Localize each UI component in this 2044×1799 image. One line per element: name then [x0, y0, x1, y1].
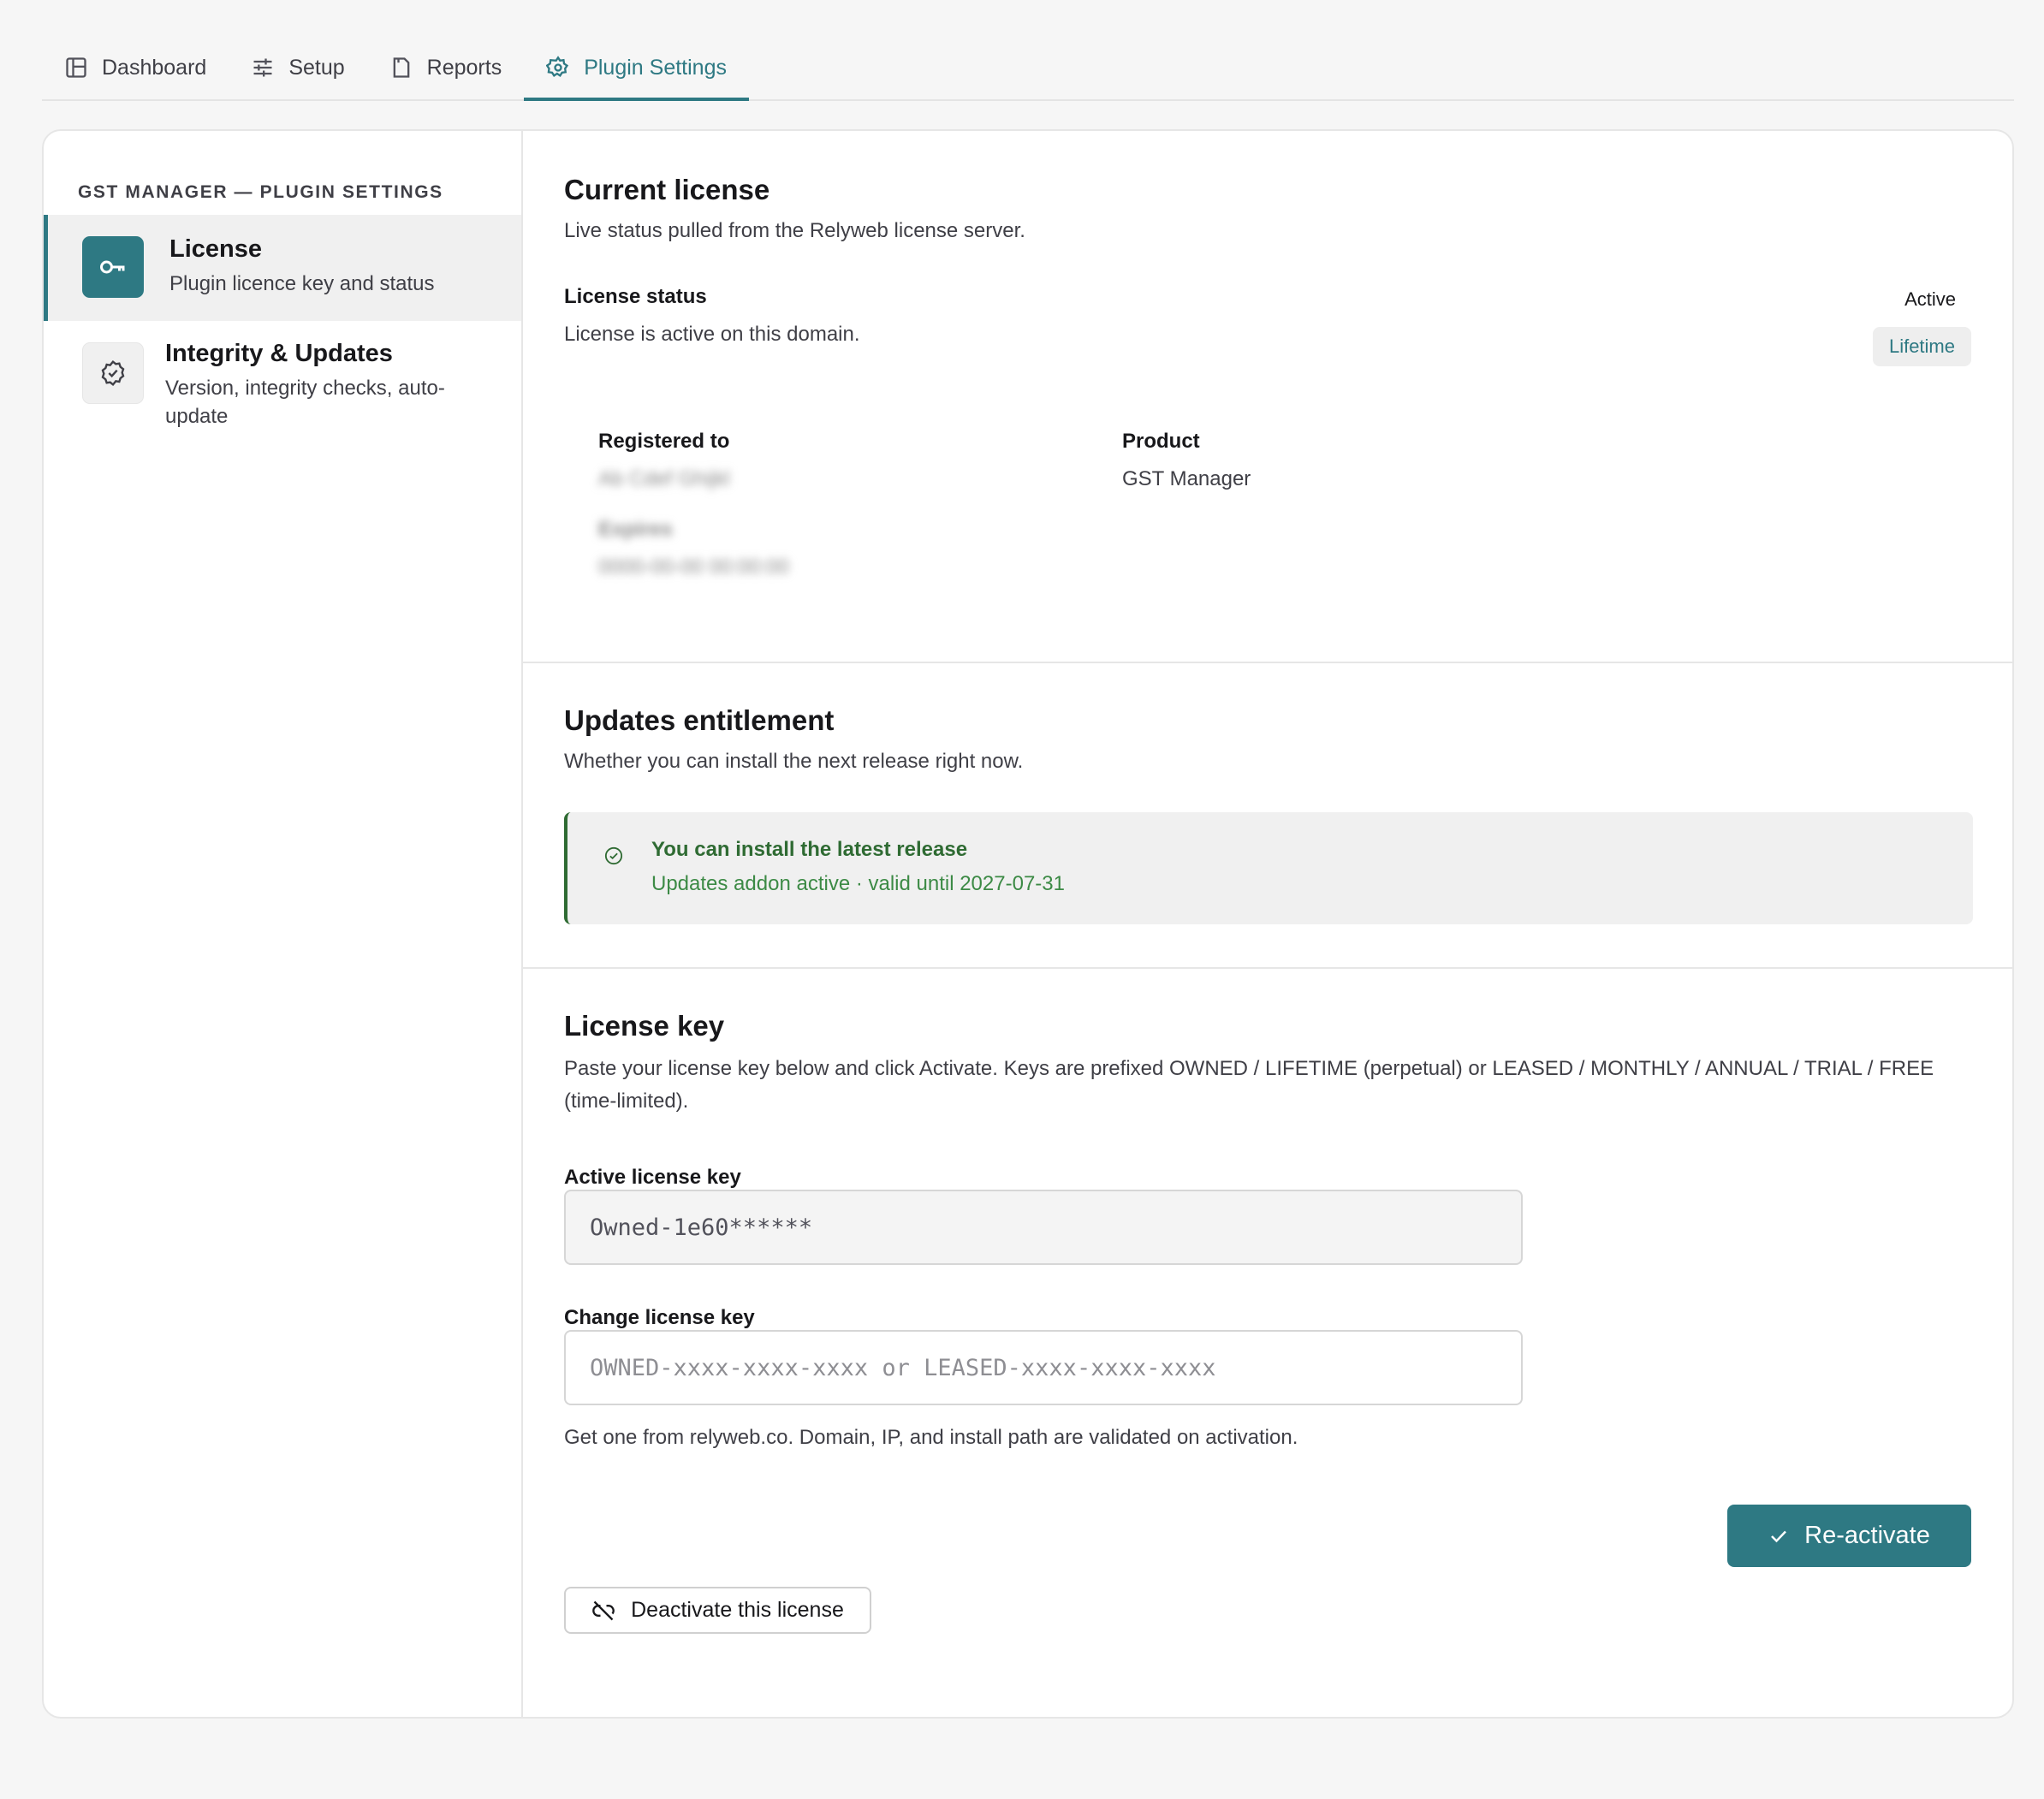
- active-key-label: Active license key: [564, 1166, 741, 1189]
- active-license-key-field: Owned-1e60******: [564, 1190, 1523, 1265]
- sidebar-heading: GST MANAGER — PLUGIN SETTINGS: [78, 182, 443, 202]
- license-status-label: License status: [564, 285, 707, 308]
- license-key-description: Paste your license key below and click A…: [564, 1057, 1934, 1113]
- updates-alert: You can install the latest release Updat…: [564, 812, 1973, 924]
- registered-to-label: Registered to: [598, 430, 730, 453]
- sidebar-item-license[interactable]: License Plugin licence key and status: [44, 215, 521, 321]
- sliders-icon: [253, 58, 272, 77]
- settings-card: GST MANAGER — PLUGIN SETTINGS License Pl…: [42, 129, 2014, 1719]
- change-key-label: Change license key: [564, 1306, 755, 1329]
- license-key-title: License key: [564, 1010, 725, 1042]
- settings-sidebar: GST MANAGER — PLUGIN SETTINGS License Pl…: [44, 131, 523, 1717]
- tab-label: Plugin Settings: [584, 55, 727, 80]
- section-divider: [523, 662, 2012, 663]
- reactivate-label: Re-activate: [1804, 1522, 1930, 1549]
- product-label: Product: [1122, 430, 1200, 453]
- sidebar-item-title: Integrity & Updates: [165, 340, 393, 367]
- document-icon: [393, 57, 409, 78]
- license-type-badge: Lifetime: [1872, 327, 1971, 366]
- sidebar-item-subtitle: Plugin licence key and status: [169, 272, 435, 295]
- tab-label: Dashboard: [102, 55, 207, 80]
- expires-value: 0000-00-00 00:00:00: [598, 555, 789, 579]
- registered-to-value: Ab Cdef Ghijkl: [598, 467, 730, 490]
- license-key-hint: Get one from relyweb.co. Domain, IP, and…: [564, 1426, 1298, 1449]
- key-icon: [82, 236, 144, 298]
- check-icon: [1771, 1530, 1787, 1542]
- deactivate-label: Deactivate this license: [631, 1598, 844, 1622]
- main-content: Current license Live status pulled from …: [523, 131, 2012, 1717]
- change-license-key-input[interactable]: [590, 1354, 1497, 1381]
- tab-dashboard[interactable]: Dashboard: [42, 38, 229, 101]
- updates-description: Whether you can install the next release…: [564, 750, 1024, 773]
- deactivate-button[interactable]: Deactivate this license: [564, 1587, 871, 1634]
- check-circle-icon: [604, 846, 623, 865]
- updates-title: Updates entitlement: [564, 704, 835, 736]
- product-value: GST Manager: [1122, 467, 1251, 490]
- sidebar-item-title: License: [169, 235, 262, 263]
- gear-icon: [546, 56, 569, 77]
- active-license-key-value: Owned-1e60******: [590, 1214, 813, 1241]
- current-license-description: Live status pulled from the Relyweb lice…: [564, 219, 1025, 242]
- tab-setup[interactable]: Setup: [229, 38, 366, 101]
- license-status-text: License is active on this domain.: [564, 323, 860, 346]
- sidebar-item-integrity[interactable]: Integrity & Updates Version, integrity c…: [44, 340, 521, 460]
- reactivate-button[interactable]: Re-activate: [1727, 1505, 1971, 1567]
- status-badge: Active: [1904, 288, 1956, 310]
- alert-subtitle: Updates addon active · valid until 2027-…: [651, 872, 1065, 895]
- top-tabs: Dashboard Setup Reports Plugin Settings: [42, 38, 2014, 101]
- layout-icon: [66, 57, 86, 78]
- tab-label: Setup: [288, 55, 345, 80]
- badge-check-icon: [82, 342, 144, 404]
- change-license-key-field[interactable]: [564, 1330, 1523, 1405]
- tab-plugin-settings[interactable]: Plugin Settings: [524, 38, 749, 101]
- tab-label: Reports: [426, 55, 502, 80]
- expires-label: Expires: [598, 518, 673, 541]
- current-license-title: Current license: [564, 174, 770, 205]
- alert-title: You can install the latest release: [651, 838, 968, 861]
- section-divider: [523, 967, 2012, 969]
- unlink-icon: [592, 1600, 615, 1620]
- sidebar-item-subtitle: Version, integrity checks, auto-update: [165, 377, 445, 428]
- tab-reports[interactable]: Reports: [367, 38, 525, 101]
